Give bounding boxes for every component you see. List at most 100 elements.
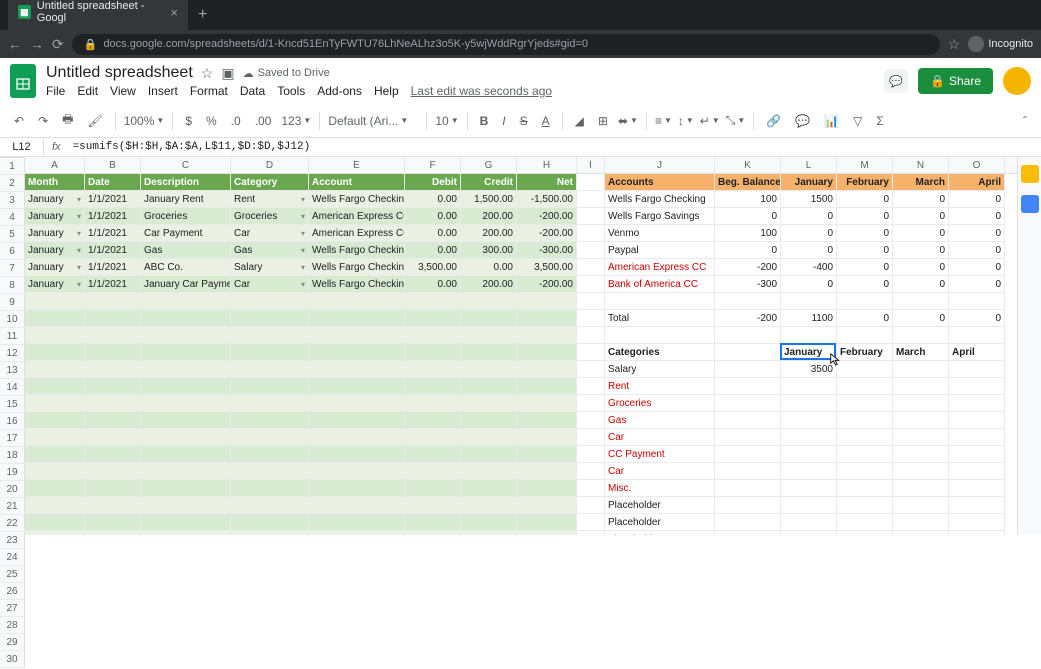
- cell[interactable]: Rent▾: [231, 191, 309, 208]
- menu-help[interactable]: Help: [374, 84, 399, 98]
- row-header[interactable]: 10: [0, 311, 24, 328]
- cell[interactable]: 1500: [781, 191, 837, 208]
- cell[interactable]: [577, 378, 605, 395]
- cell[interactable]: [715, 293, 781, 310]
- cell[interactable]: 0.00: [405, 191, 461, 208]
- cell[interactable]: April: [949, 344, 1005, 361]
- row-header[interactable]: 15: [0, 396, 24, 413]
- cell[interactable]: [577, 174, 605, 191]
- cell[interactable]: [309, 310, 405, 327]
- cell[interactable]: January▾: [25, 259, 85, 276]
- cell[interactable]: [893, 497, 949, 514]
- cell[interactable]: [517, 378, 577, 395]
- forward-icon[interactable]: →: [30, 36, 44, 52]
- col-header[interactable]: G: [461, 157, 517, 173]
- cell[interactable]: 0: [949, 208, 1005, 225]
- cell[interactable]: [405, 395, 461, 412]
- cell[interactable]: Categories: [605, 344, 715, 361]
- cell[interactable]: [461, 514, 517, 531]
- cell[interactable]: [605, 327, 715, 344]
- cell[interactable]: [949, 378, 1005, 395]
- cell[interactable]: Total: [605, 310, 715, 327]
- cell[interactable]: [231, 429, 309, 446]
- col-header[interactable]: F: [405, 157, 461, 173]
- cell[interactable]: [461, 497, 517, 514]
- cell[interactable]: Wells Fargo Checking▾: [309, 259, 405, 276]
- cell[interactable]: [577, 429, 605, 446]
- col-header[interactable]: A: [25, 157, 85, 173]
- row-header[interactable]: 7: [0, 260, 24, 277]
- cell[interactable]: [517, 293, 577, 310]
- cell[interactable]: Salary▾: [231, 259, 309, 276]
- row-header[interactable]: 29: [0, 634, 24, 651]
- cell[interactable]: March: [893, 344, 949, 361]
- cell[interactable]: [461, 327, 517, 344]
- cell[interactable]: [577, 344, 605, 361]
- cell[interactable]: Credit: [461, 174, 517, 191]
- cell[interactable]: [781, 378, 837, 395]
- cell[interactable]: [781, 429, 837, 446]
- cell[interactable]: Placeholder: [605, 531, 715, 535]
- cell[interactable]: [577, 225, 605, 242]
- comment-insert-icon[interactable]: 💬: [791, 112, 814, 130]
- cell[interactable]: Gas: [605, 412, 715, 429]
- cell[interactable]: ABC Co.: [141, 259, 231, 276]
- cell[interactable]: -300: [715, 276, 781, 293]
- cell[interactable]: [577, 395, 605, 412]
- row-header[interactable]: 5: [0, 226, 24, 243]
- cell[interactable]: [715, 395, 781, 412]
- dec-decrease-icon[interactable]: .0: [227, 112, 245, 130]
- cell[interactable]: [949, 446, 1005, 463]
- cell[interactable]: January: [781, 174, 837, 191]
- cell[interactable]: [85, 310, 141, 327]
- cell[interactable]: [405, 344, 461, 361]
- cell[interactable]: [949, 497, 1005, 514]
- cell[interactable]: February: [837, 174, 893, 191]
- cell[interactable]: [25, 446, 85, 463]
- cell[interactable]: [715, 514, 781, 531]
- cell[interactable]: Placeholder: [605, 497, 715, 514]
- cell[interactable]: February: [837, 344, 893, 361]
- col-header[interactable]: O: [949, 157, 1005, 173]
- cell[interactable]: [949, 480, 1005, 497]
- cell[interactable]: [837, 429, 893, 446]
- row-header[interactable]: 11: [0, 328, 24, 345]
- menu-edit[interactable]: Edit: [77, 84, 98, 98]
- fill-color-icon[interactable]: ◢: [571, 112, 588, 130]
- cell[interactable]: [837, 361, 893, 378]
- cell[interactable]: 1/1/2021: [85, 242, 141, 259]
- cell[interactable]: [141, 429, 231, 446]
- row-header[interactable]: 20: [0, 481, 24, 498]
- cell[interactable]: [517, 446, 577, 463]
- cell[interactable]: 0: [893, 242, 949, 259]
- star-icon[interactable]: ☆: [201, 65, 214, 82]
- cell[interactable]: -1,500.00: [517, 191, 577, 208]
- cell[interactable]: Category: [231, 174, 309, 191]
- cell[interactable]: [231, 327, 309, 344]
- font-select[interactable]: Default (Ari...▼: [328, 114, 418, 128]
- col-header[interactable]: M: [837, 157, 893, 173]
- collapse-toolbar-icon[interactable]: ˆ: [1019, 112, 1031, 130]
- cell[interactable]: [85, 378, 141, 395]
- cell[interactable]: [141, 531, 231, 535]
- cell[interactable]: [577, 497, 605, 514]
- cell[interactable]: [405, 480, 461, 497]
- cell[interactable]: [141, 344, 231, 361]
- cell[interactable]: [781, 514, 837, 531]
- cell[interactable]: Net: [517, 174, 577, 191]
- cell[interactable]: Wells Fargo Savings: [605, 208, 715, 225]
- cell[interactable]: Account: [309, 174, 405, 191]
- cell[interactable]: [25, 310, 85, 327]
- cell[interactable]: 0: [837, 191, 893, 208]
- filter-icon[interactable]: ▽: [849, 112, 866, 130]
- row-header[interactable]: 23: [0, 532, 24, 549]
- col-header[interactable]: J: [605, 157, 715, 173]
- wrap-icon[interactable]: ↵▼: [700, 114, 720, 128]
- cell[interactable]: [461, 310, 517, 327]
- cell[interactable]: [837, 395, 893, 412]
- cell[interactable]: [837, 514, 893, 531]
- currency-icon[interactable]: $: [181, 112, 196, 130]
- cell[interactable]: [577, 446, 605, 463]
- cell[interactable]: [461, 412, 517, 429]
- cell[interactable]: [517, 497, 577, 514]
